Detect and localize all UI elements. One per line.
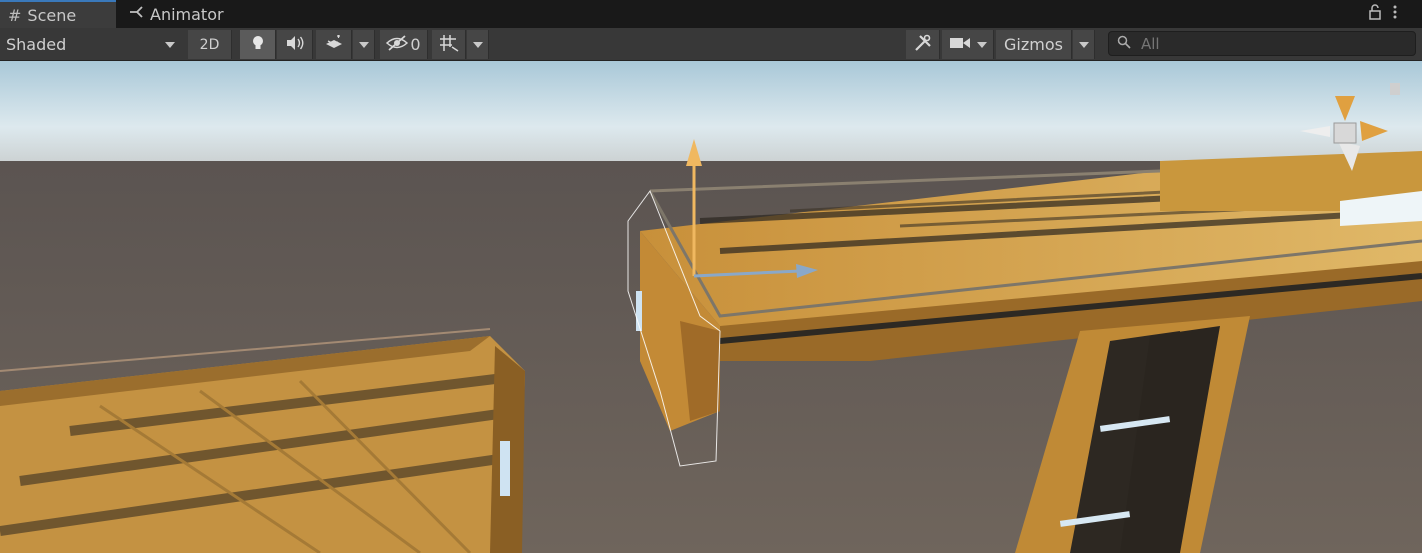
sky bbox=[0, 61, 1422, 171]
scene-render[interactable] bbox=[0, 61, 1422, 553]
grid-dropdown[interactable] bbox=[467, 30, 489, 59]
tab-scene-label: Scene bbox=[27, 5, 77, 25]
camera-icon bbox=[949, 36, 971, 54]
gizmos-button[interactable]: Gizmos bbox=[996, 30, 1072, 59]
lightbulb-icon bbox=[250, 34, 266, 56]
animator-icon bbox=[128, 4, 144, 24]
tab-scene[interactable]: # Scene bbox=[0, 0, 116, 28]
chevron-down-icon bbox=[358, 41, 369, 48]
speaker-icon bbox=[285, 35, 305, 55]
2d-label: 2D bbox=[199, 36, 220, 53]
tab-animator-label: Animator bbox=[150, 4, 224, 24]
lock-icon[interactable] bbox=[1368, 4, 1382, 24]
effects-toggle-button[interactable] bbox=[316, 30, 352, 59]
tab-animator[interactable]: Animator bbox=[120, 0, 250, 28]
draw-mode-label: Shaded bbox=[6, 35, 67, 54]
chevron-down-icon bbox=[165, 41, 175, 48]
gizmos-dropdown[interactable] bbox=[1073, 30, 1095, 59]
scene-toolbar: Shaded 2D 0 Gizmos All bbox=[0, 28, 1422, 61]
wrench-icon bbox=[914, 34, 932, 56]
tools-button[interactable] bbox=[906, 30, 940, 59]
chevron-down-icon bbox=[1078, 41, 1089, 48]
kebab-menu-icon[interactable] bbox=[1392, 4, 1398, 24]
hidden-object-count: 0 bbox=[410, 35, 421, 54]
grid-icon bbox=[439, 34, 459, 56]
audio-toggle-button[interactable] bbox=[277, 30, 313, 59]
tab-window-controls bbox=[1368, 4, 1398, 24]
scene-viewport[interactable] bbox=[0, 61, 1422, 553]
chevron-down-icon bbox=[472, 41, 483, 48]
grid-icon: # bbox=[8, 5, 22, 25]
eye-hidden-icon bbox=[386, 34, 409, 55]
search-input[interactable] bbox=[1139, 33, 1403, 54]
window-tab-bar: # Scene Animator bbox=[0, 0, 1422, 28]
search-icon bbox=[1117, 34, 1131, 53]
scene-visibility-button[interactable]: 0 bbox=[380, 30, 428, 59]
layers-icon bbox=[324, 34, 344, 55]
chevron-down-icon bbox=[976, 41, 987, 48]
2d-toggle-button[interactable]: 2D bbox=[188, 30, 232, 59]
effects-dropdown[interactable] bbox=[353, 30, 375, 59]
scene-search[interactable] bbox=[1108, 31, 1416, 56]
gizmos-label: Gizmos bbox=[1004, 35, 1063, 54]
draw-mode-dropdown[interactable]: Shaded bbox=[0, 30, 183, 59]
grid-snap-button[interactable] bbox=[432, 30, 466, 59]
camera-settings-button[interactable] bbox=[942, 30, 994, 59]
lighting-toggle-button[interactable] bbox=[240, 30, 276, 59]
